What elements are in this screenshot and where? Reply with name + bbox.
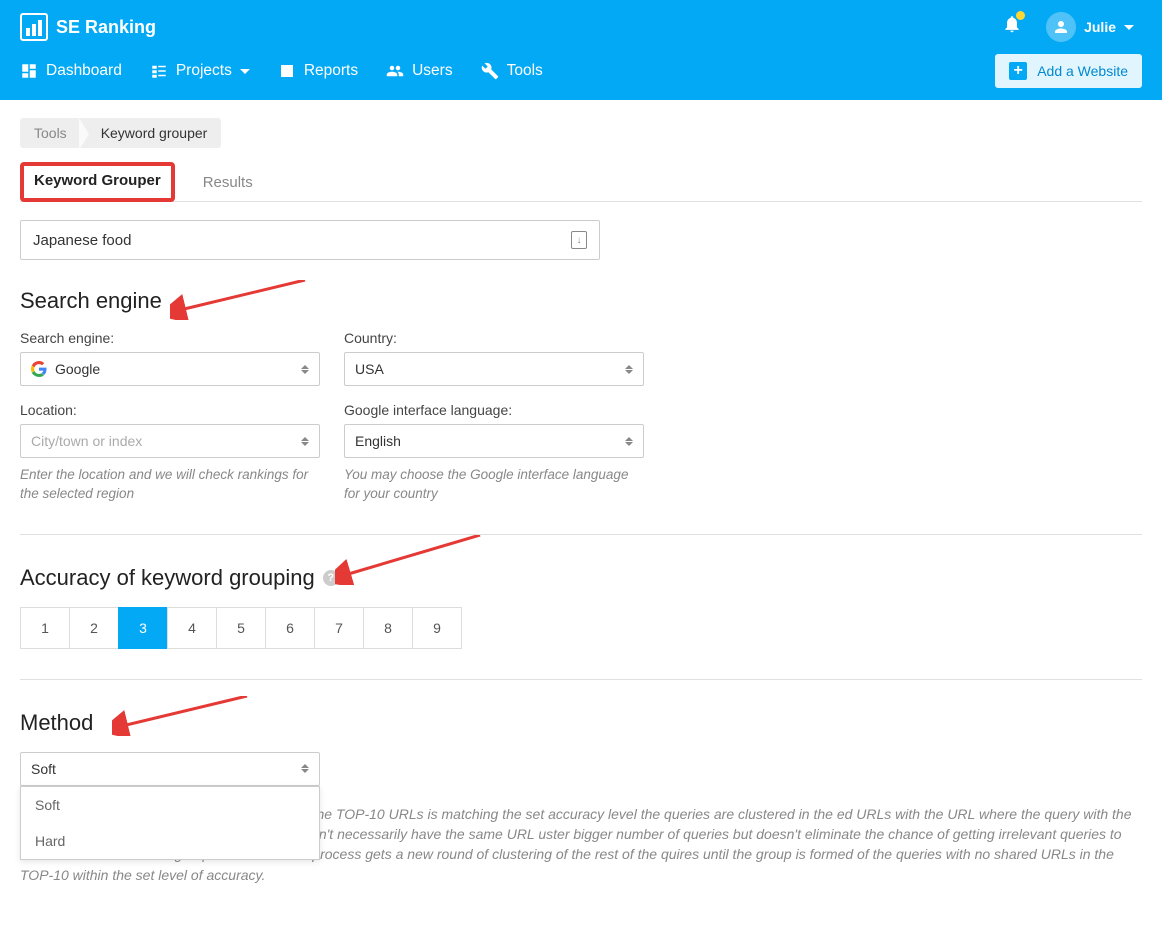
label-country: Country: bbox=[344, 330, 644, 346]
breadcrumb: Tools Keyword grouper bbox=[20, 118, 221, 148]
nav-users[interactable]: Users bbox=[386, 62, 452, 80]
nav-tools[interactable]: Tools bbox=[481, 62, 543, 80]
breadcrumb-current: Keyword grouper bbox=[81, 118, 222, 148]
method-option-soft[interactable]: Soft bbox=[21, 787, 319, 823]
keyword-input[interactable]: Japanese food ↓ bbox=[20, 220, 600, 260]
help-icon[interactable]: ? bbox=[323, 570, 339, 586]
breadcrumb-tools[interactable]: Tools bbox=[20, 118, 81, 148]
method-dropdown: Soft Hard bbox=[20, 786, 320, 860]
label-location: Location: bbox=[20, 402, 320, 418]
accuracy-option-8[interactable]: 8 bbox=[363, 607, 413, 649]
dashboard-icon bbox=[20, 62, 38, 80]
plus-icon: + bbox=[1009, 62, 1027, 80]
nav-reports[interactable]: Reports bbox=[278, 62, 358, 80]
select-arrows-icon bbox=[625, 365, 633, 374]
nav-dashboard[interactable]: Dashboard bbox=[20, 62, 122, 80]
user-name: Julie bbox=[1084, 19, 1116, 35]
select-arrows-icon bbox=[301, 764, 309, 773]
accuracy-option-7[interactable]: 7 bbox=[314, 607, 364, 649]
save-icon[interactable]: ↓ bbox=[571, 231, 587, 249]
accuracy-option-6[interactable]: 6 bbox=[265, 607, 315, 649]
select-arrows-icon bbox=[301, 365, 309, 374]
chevron-down-icon bbox=[1124, 25, 1134, 30]
select-method[interactable]: Soft bbox=[20, 752, 320, 786]
method-option-hard[interactable]: Hard bbox=[21, 823, 319, 859]
chevron-down-icon bbox=[240, 69, 250, 74]
hint-location: Enter the location and we will check ran… bbox=[20, 466, 320, 504]
tab-results[interactable]: Results bbox=[199, 164, 257, 201]
accuracy-option-9[interactable]: 9 bbox=[412, 607, 462, 649]
add-website-button[interactable]: + Add a Website bbox=[995, 54, 1142, 88]
select-arrows-icon bbox=[625, 437, 633, 446]
select-language[interactable]: English bbox=[344, 424, 644, 458]
label-language: Google interface language: bbox=[344, 402, 644, 418]
select-search-engine[interactable]: Google bbox=[20, 352, 320, 386]
google-icon bbox=[31, 361, 47, 377]
hint-language: You may choose the Google interface lang… bbox=[344, 466, 644, 504]
notifications-icon[interactable] bbox=[1002, 14, 1022, 40]
section-accuracy: Accuracy of keyword grouping ? bbox=[20, 565, 1142, 591]
accuracy-option-4[interactable]: 4 bbox=[167, 607, 217, 649]
accuracy-selector: 123456789 bbox=[20, 607, 1142, 649]
avatar-icon bbox=[1046, 12, 1076, 42]
accuracy-option-2[interactable]: 2 bbox=[69, 607, 119, 649]
accuracy-option-5[interactable]: 5 bbox=[216, 607, 266, 649]
tools-icon bbox=[481, 62, 499, 80]
accuracy-option-3[interactable]: 3 bbox=[118, 607, 168, 649]
brand-name: SE Ranking bbox=[56, 17, 156, 38]
section-method: Method bbox=[20, 710, 1142, 736]
select-country[interactable]: USA bbox=[344, 352, 644, 386]
keyword-value: Japanese food bbox=[33, 232, 131, 249]
logo-chart-icon bbox=[20, 13, 48, 41]
divider bbox=[20, 534, 1142, 535]
section-search-engine: Search engine bbox=[20, 288, 1142, 314]
select-arrows-icon bbox=[301, 437, 309, 446]
tab-keyword-grouper[interactable]: Keyword Grouper bbox=[20, 162, 175, 202]
label-search-engine: Search engine: bbox=[20, 330, 320, 346]
select-location[interactable]: City/town or index bbox=[20, 424, 320, 458]
divider bbox=[20, 679, 1142, 680]
accuracy-option-1[interactable]: 1 bbox=[20, 607, 70, 649]
reports-icon bbox=[278, 62, 296, 80]
user-menu[interactable]: Julie bbox=[1038, 8, 1142, 46]
nav-projects[interactable]: Projects bbox=[150, 62, 250, 80]
projects-icon bbox=[150, 62, 168, 80]
brand-logo[interactable]: SE Ranking bbox=[20, 13, 156, 41]
users-icon bbox=[386, 62, 404, 80]
